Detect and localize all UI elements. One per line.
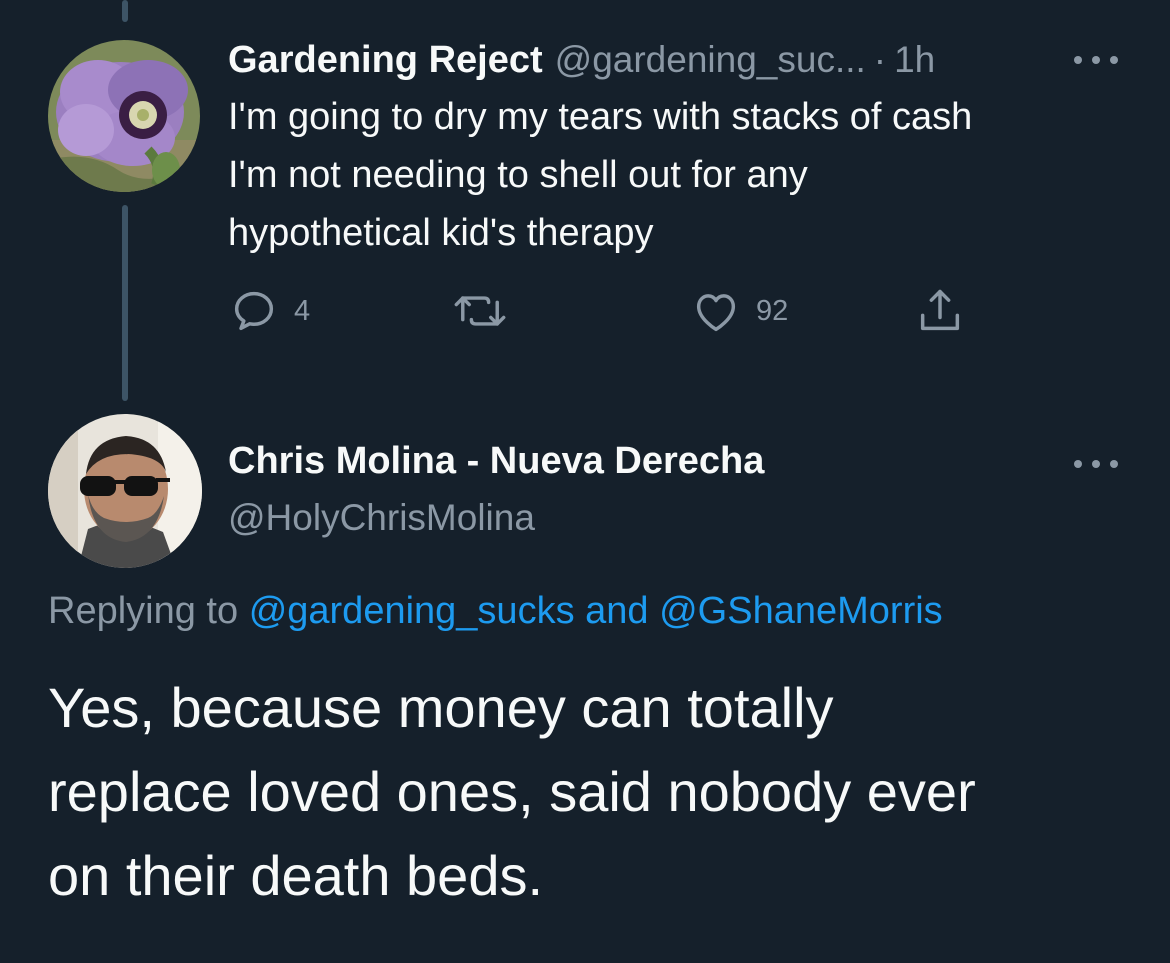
retweet-icon: [454, 296, 506, 326]
thread-line: [122, 205, 128, 401]
user-handle[interactable]: @gardening_suc...: [555, 39, 866, 81]
poppy-flower-avatar-icon: [48, 40, 200, 192]
retweet-button[interactable]: [452, 285, 508, 337]
share-icon: [920, 289, 960, 331]
replying-to: Replying to @gardening_sucks and @GShane…: [48, 590, 943, 633]
avatar-gardening-reject[interactable]: [48, 40, 200, 192]
tweet-text-line: replace loved ones, said nobody ever: [48, 760, 976, 823]
share-button[interactable]: [914, 285, 966, 337]
tweet1-text: I'm going to dry my tears with stacks of…: [228, 88, 1148, 262]
reply-count: 4: [294, 294, 311, 327]
replying-prefix: Replying to: [48, 590, 239, 632]
tweet-text-line: hypothetical kid's therapy: [228, 212, 654, 254]
reply-icon: [234, 291, 274, 331]
avatar-chris-molina[interactable]: [48, 414, 202, 568]
tweet2-text: Yes, because money can totally replace l…: [48, 666, 1148, 918]
reply-button[interactable]: 4: [228, 285, 310, 337]
more-options-icon[interactable]: [1074, 50, 1118, 70]
heart-icon: [696, 294, 736, 332]
tweet-text-line: on their death beds.: [48, 844, 544, 907]
replying-and[interactable]: and: [585, 590, 648, 632]
mention-link[interactable]: @gardening_sucks: [249, 590, 575, 632]
tweet-time[interactable]: 1h: [894, 39, 935, 81]
like-button[interactable]: 92: [690, 285, 788, 337]
more-options-icon[interactable]: [1074, 454, 1118, 474]
man-sunglasses-avatar-icon: [48, 414, 202, 568]
separator-dot: ·: [873, 39, 887, 80]
tweet-text-line: I'm going to dry my tears with stacks of…: [228, 96, 973, 138]
display-name[interactable]: Chris Molina - Nueva Derecha: [228, 440, 764, 483]
display-name[interactable]: Gardening Reject: [228, 39, 543, 82]
tweet-actions: 4 92: [228, 285, 988, 337]
tweet-text-line: Yes, because money can totally: [48, 676, 834, 739]
tweet1-header: Gardening Reject @gardening_suc... · 1h: [228, 34, 1128, 86]
user-handle[interactable]: @HolyChrisMolina: [228, 497, 535, 539]
mention-link[interactable]: @GShaneMorris: [659, 590, 943, 632]
like-count: 92: [756, 294, 789, 327]
thread-line-top: [122, 0, 128, 22]
tweet-text-line: I'm not needing to shell out for any: [228, 154, 808, 196]
